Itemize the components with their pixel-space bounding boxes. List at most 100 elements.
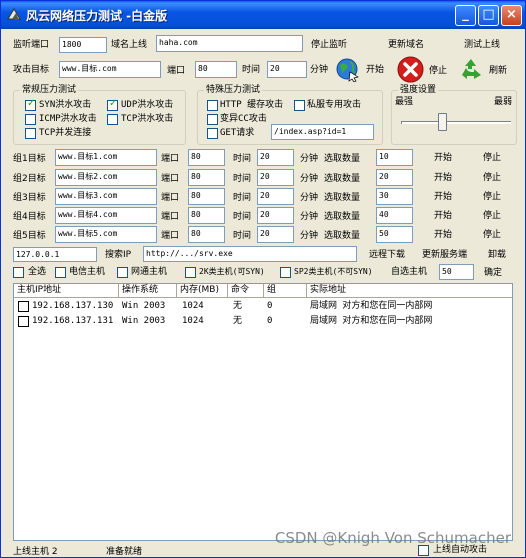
group-stop-button[interactable]: 停止 [483, 191, 501, 203]
group-start-button[interactable]: 开始 [434, 229, 452, 241]
table-row[interactable]: 192.168.137.131 Win 2003 1024 无 0 局域网 对方和您在同一… [14, 314, 512, 328]
target-label: 攻击目标 [13, 65, 50, 75]
group-target-input[interactable]: www.目标3.com [55, 188, 157, 205]
get-request-checkbox[interactable] [207, 128, 218, 139]
col-command[interactable]: 命令 [228, 284, 264, 298]
custom-select-label: 自选主机 [391, 267, 428, 277]
update-domain-button[interactable]: 更新域名 [388, 39, 424, 51]
get-path-input[interactable]: /index.asp?id=1 [271, 124, 374, 140]
maximize-button[interactable]: □ [478, 5, 499, 26]
group-port-label: 端口 [161, 154, 180, 164]
row-checkbox[interactable] [18, 316, 29, 327]
domain-input[interactable]: haha.com [156, 35, 303, 52]
group-count-label: 选取数量 [324, 154, 361, 164]
group-start-button[interactable]: 开始 [434, 191, 452, 203]
private-server-checkbox[interactable] [294, 100, 305, 111]
group-count-input[interactable]: 10 [376, 149, 413, 166]
tcp-concurrent-checkbox[interactable] [25, 128, 36, 139]
select-all-checkbox[interactable] [13, 267, 24, 278]
group-stop-button[interactable]: 停止 [483, 229, 501, 241]
class-sp2-checkbox[interactable] [280, 267, 291, 278]
group-port-input[interactable]: 80 [188, 207, 225, 224]
group-port-label: 端口 [161, 174, 180, 184]
ip-input[interactable]: 127.0.0.1 [13, 247, 97, 262]
remote-download-button[interactable]: 远程下载 [369, 249, 405, 261]
group-port-input[interactable]: 80 [188, 188, 225, 205]
custom-count-input[interactable]: 50 [439, 264, 474, 280]
group-minutes-label: 分钟 [300, 212, 319, 222]
strength-slider-track[interactable] [401, 121, 511, 124]
listen-port-input[interactable]: 1800 [59, 37, 107, 53]
group-label: 组2目标 [13, 174, 46, 184]
group-count-input[interactable]: 50 [376, 226, 413, 243]
strength-slider-thumb[interactable] [438, 113, 447, 131]
search-ip-button[interactable]: 搜索IP [105, 249, 131, 261]
refresh-button[interactable]: 刷新 [458, 56, 514, 83]
group-time-input[interactable]: 20 [257, 149, 294, 166]
group-port-input[interactable]: 80 [188, 226, 225, 243]
group-port-input[interactable]: 80 [188, 149, 225, 166]
uninstall-button[interactable]: 卸载 [488, 249, 506, 261]
stop-listen-button[interactable]: 停止监听 [311, 39, 347, 51]
row-checkbox[interactable] [18, 301, 29, 312]
close-button[interactable]: × [501, 5, 522, 26]
tcp-flood-checkbox[interactable] [107, 114, 118, 125]
stop-button[interactable]: 停止 [397, 56, 453, 83]
download-url-input[interactable]: http://.../srv.exe [143, 246, 357, 262]
udp-flood-checkbox[interactable] [107, 98, 118, 111]
group-time-input[interactable]: 20 [257, 169, 294, 186]
group-target-input[interactable]: www.目标4.com [55, 207, 157, 224]
icmp-flood-checkbox[interactable] [25, 114, 36, 125]
group-count-label: 选取数量 [324, 193, 361, 203]
group-port-input[interactable]: 80 [188, 169, 225, 186]
telecom-checkbox[interactable] [55, 267, 66, 278]
syn-flood-label: SYN洪水攻击 [39, 100, 92, 110]
group-target-input[interactable]: www.目标2.com [55, 169, 157, 186]
col-os[interactable]: 操作系统 [119, 284, 177, 298]
group-time-input[interactable]: 20 [257, 188, 294, 205]
start-button[interactable]: 开始 [335, 56, 391, 82]
update-service-button[interactable]: 更新服务端 [422, 249, 467, 261]
icmp-flood-label: ICMP洪水攻击 [39, 114, 97, 124]
table-row[interactable]: 192.168.137.130 Win 2003 1024 无 0 局域网 对方和您在同一… [14, 299, 512, 313]
netcom-checkbox[interactable] [117, 267, 128, 278]
cell-ip: 192.168.137.130 [32, 301, 114, 311]
group-count-input[interactable]: 40 [376, 207, 413, 224]
col-memory[interactable]: 内存(MB) [177, 284, 228, 298]
title-bar[interactable]: 风云网络压力测试 -白金版 _ □ × [1, 1, 525, 29]
group-target-input[interactable]: www.目标1.com [55, 149, 157, 166]
mutant-cc-checkbox[interactable] [207, 114, 218, 125]
time-input[interactable]: 20 [267, 61, 307, 78]
group-count-input[interactable]: 20 [376, 169, 413, 186]
group-start-button[interactable]: 开始 [434, 172, 452, 184]
online-hosts-status: 上线主机 2 [13, 547, 58, 557]
group-time-label: 时间 [233, 174, 252, 184]
syn-flood-checkbox[interactable] [25, 98, 36, 111]
group-start-button[interactable]: 开始 [434, 210, 452, 222]
confirm-button[interactable]: 确定 [484, 267, 502, 279]
group-time-input[interactable]: 20 [257, 226, 294, 243]
host-list[interactable]: 主机IP地址 操作系统 内存(MB) 命令 组 实际地址 192.168.137… [13, 283, 513, 541]
col-group[interactable]: 组 [264, 284, 307, 298]
test-online-button[interactable]: 测试上线 [464, 39, 500, 51]
http-cache-checkbox[interactable] [207, 100, 218, 111]
cell-ip: 192.168.137.131 [32, 316, 114, 326]
group-time-input[interactable]: 20 [257, 207, 294, 224]
col-ip[interactable]: 主机IP地址 [14, 284, 119, 298]
udp-flood-label: UDP洪水攻击 [121, 100, 174, 110]
group-stop-button[interactable]: 停止 [483, 210, 501, 222]
group-start-button[interactable]: 开始 [434, 152, 452, 164]
target-input[interactable]: www.目标.com [59, 61, 161, 78]
minimize-button[interactable]: _ [455, 5, 476, 26]
stop-label: 停止 [429, 66, 448, 76]
group-stop-button[interactable]: 停止 [483, 172, 501, 184]
tcp-flood-label: TCP洪水攻击 [121, 114, 174, 124]
group-stop-button[interactable]: 停止 [483, 152, 501, 164]
group-target-input[interactable]: www.目标5.com [55, 226, 157, 243]
class-2k-checkbox[interactable] [185, 267, 196, 278]
mutant-cc-label: 变异CC攻击 [220, 114, 267, 124]
cell-command: 无 [233, 301, 243, 311]
port-input[interactable]: 80 [195, 61, 237, 78]
col-address[interactable]: 实际地址 [307, 284, 512, 298]
group-count-input[interactable]: 30 [376, 188, 413, 205]
